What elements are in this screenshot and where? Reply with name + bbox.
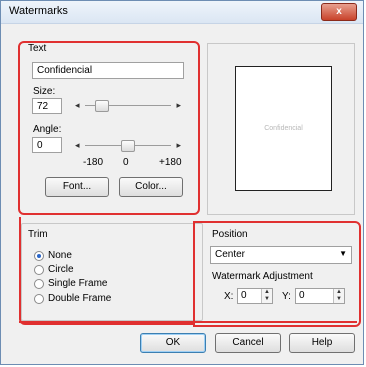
position-group-title: Position [212,229,248,240]
spinner-arrows-icon[interactable]: ▲ ▼ [333,289,344,303]
preview-watermark-text: Confidencial [264,125,303,132]
size-input[interactable]: 72 [32,98,62,114]
help-button[interactable]: Help [289,333,355,353]
angle-min-label: -180 [83,157,104,168]
slider-right-arrow-icon[interactable]: ▸ [176,140,181,151]
cancel-button[interactable]: Cancel [215,333,281,353]
slider-right-arrow-icon[interactable]: ▸ [176,100,181,111]
highlight-outline [19,217,195,325]
position-dropdown[interactable]: Center ▼ [210,246,352,264]
font-button[interactable]: Font... [45,177,109,197]
position-selected-value: Center [215,249,246,260]
x-label: X: [224,291,234,302]
highlight-outline [19,321,357,323]
angle-mid-label: 0 [123,157,129,168]
angle-label: Angle: [33,124,62,135]
watermark-text-input[interactable]: Confidencial [32,62,184,79]
size-slider[interactable]: ◂ ▸ [75,100,181,112]
y-offset-value: 0 [299,290,305,301]
title-bar: Watermarks x [1,1,363,24]
close-icon: x [336,6,342,17]
ok-button[interactable]: OK [140,333,206,353]
angle-slider-thumb[interactable] [121,140,135,152]
watermark-adjustment-label: Watermark Adjustment [212,271,313,282]
chevron-down-icon: ▼ [339,249,347,258]
watermarks-dialog: Watermarks x Text Confidencial Size: 72 … [0,0,364,365]
window-title: Watermarks [9,5,68,17]
preview-panel: Confidencial [207,43,355,215]
y-label: Y: [282,291,291,302]
slider-left-arrow-icon[interactable]: ◂ [75,140,80,151]
y-offset-spinner[interactable]: 0 ▲ ▼ [295,288,345,304]
x-offset-spinner[interactable]: 0 ▲ ▼ [237,288,273,304]
preview-page: Confidencial [235,66,332,191]
color-button[interactable]: Color... [119,177,183,197]
close-button[interactable]: x [321,3,357,21]
text-group-title: Text [28,43,47,54]
slider-left-arrow-icon[interactable]: ◂ [75,100,80,111]
angle-slider[interactable]: ◂ ▸ [75,140,181,152]
angle-max-label: +180 [159,157,182,168]
angle-input[interactable]: 0 [32,137,62,153]
size-label: Size: [33,86,56,97]
spinner-arrows-icon[interactable]: ▲ ▼ [261,289,272,303]
size-slider-thumb[interactable] [95,100,109,112]
x-offset-value: 0 [241,290,247,301]
